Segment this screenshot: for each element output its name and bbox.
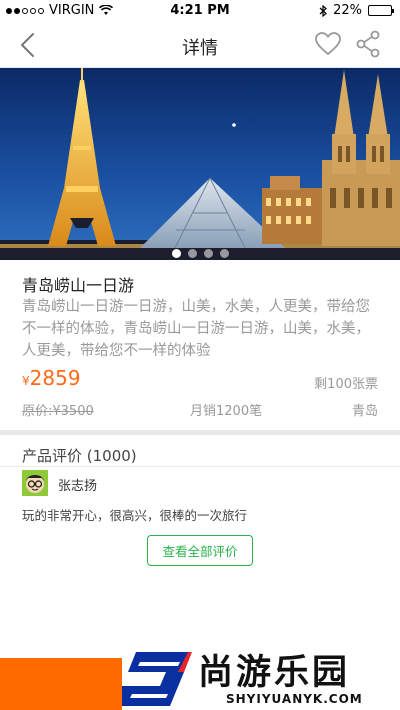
view-all-reviews-button[interactable]: 查看全部评价 bbox=[147, 535, 253, 566]
brand-logo-icon bbox=[122, 652, 192, 706]
price-currency: ¥ bbox=[22, 374, 30, 388]
price: ¥2859 bbox=[22, 366, 81, 390]
carousel-pager[interactable] bbox=[0, 249, 400, 258]
share-icon[interactable] bbox=[355, 30, 381, 58]
navigation-bar: 详情 bbox=[0, 22, 400, 68]
status-right: 22% bbox=[319, 3, 394, 18]
product-title: 青岛崂山一日游 bbox=[22, 276, 135, 295]
banner-image bbox=[0, 68, 400, 260]
original-price: 原价:¥3500 bbox=[22, 404, 94, 419]
footer-brand-name: 尚游乐园 bbox=[198, 653, 351, 693]
status-bar: VIRGIN 4:21 PM 22% bbox=[0, 0, 400, 22]
banner-carousel[interactable] bbox=[0, 68, 400, 260]
reviews-divider bbox=[0, 466, 400, 467]
reviewer-name: 张志扬 bbox=[58, 479, 98, 494]
price-value: 2859 bbox=[29, 366, 81, 390]
reviews-heading: 产品评价 (1000) bbox=[22, 447, 137, 465]
avatar bbox=[22, 470, 48, 496]
battery-icon bbox=[368, 5, 394, 16]
carousel-dot[interactable] bbox=[203, 249, 213, 258]
review-text: 玩的非常开心，很高兴，很棒的一次旅行 bbox=[22, 508, 248, 523]
carousel-dot[interactable] bbox=[219, 249, 229, 258]
tickets-remaining: 剩100张票 bbox=[314, 377, 378, 392]
location: 青岛 bbox=[351, 404, 378, 419]
product-description: 青岛崂山一日游一日游，山美，水美，人更美，带给您不一样的体验，青岛崂山一日游一日… bbox=[22, 299, 370, 359]
heart-icon[interactable] bbox=[314, 31, 342, 57]
footer-accent-bar bbox=[0, 658, 122, 710]
carousel-dot[interactable] bbox=[187, 249, 197, 258]
bluetooth-icon bbox=[319, 4, 328, 17]
section-divider bbox=[0, 430, 400, 435]
monthly-sales: 月销1200笔 bbox=[190, 404, 263, 419]
footer-url: SHYIYUANYK.COM bbox=[226, 692, 363, 706]
battery-percent: 22% bbox=[333, 3, 362, 18]
carousel-dot[interactable] bbox=[171, 249, 181, 258]
